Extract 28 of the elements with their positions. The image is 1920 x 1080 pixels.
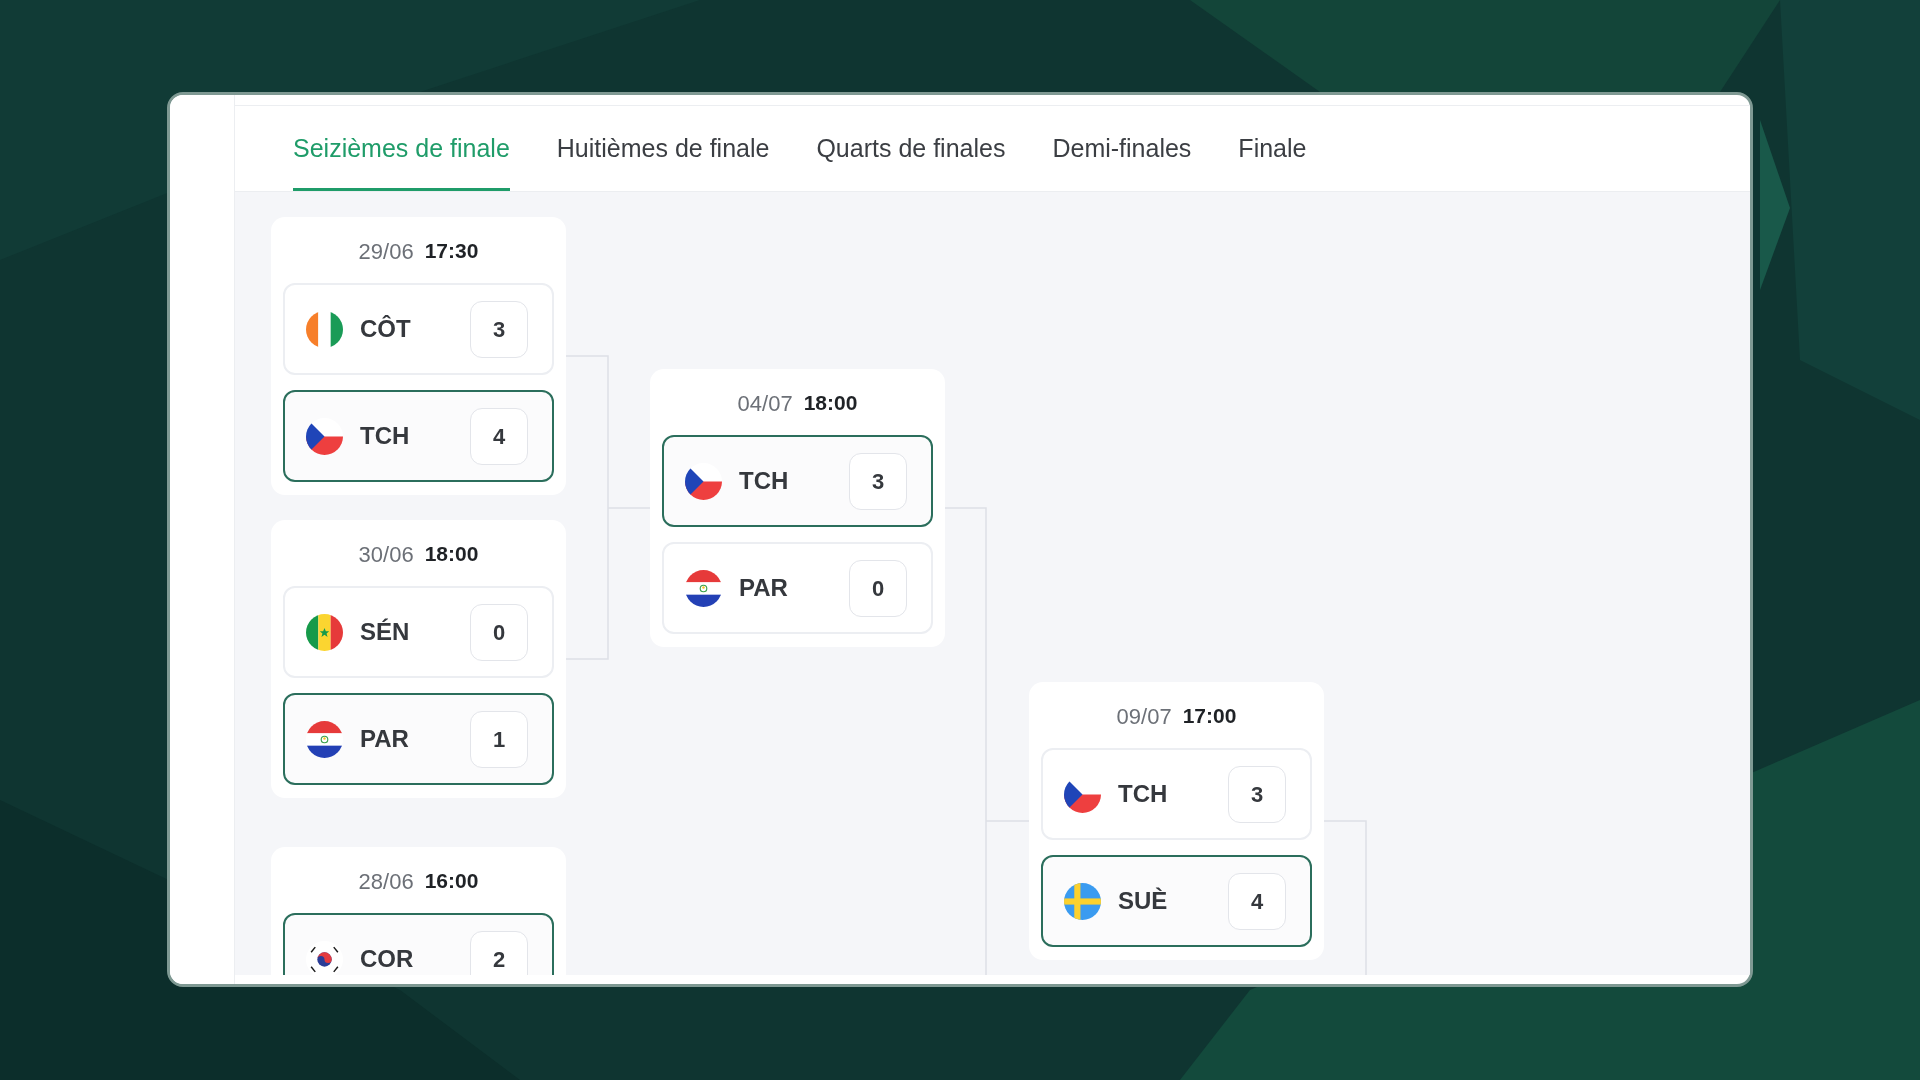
team-score: 4 (470, 407, 528, 465)
match-time: 16:00 (424, 868, 479, 895)
team-name: TCH (1118, 779, 1168, 809)
team-name: TCH (360, 421, 410, 451)
match-time: 18:00 (803, 390, 858, 417)
team-score: 3 (1228, 765, 1286, 823)
team-score: 3 (849, 452, 907, 510)
team-name: PAR (360, 724, 409, 754)
team-score: 0 (470, 603, 528, 661)
match-date: 29/06 (358, 237, 414, 266)
team-name: SÉN (360, 617, 410, 647)
team-score: 1 (470, 710, 528, 768)
team-name: COR (360, 944, 414, 974)
team-name: CÔT (360, 314, 411, 344)
match-time: 17:30 (424, 238, 479, 265)
match-date: 30/06 (358, 540, 414, 569)
team-name: PAR (739, 573, 788, 603)
team-score: 4 (1228, 872, 1286, 930)
team-score: 0 (849, 559, 907, 617)
match-time: 17:00 (1182, 703, 1237, 730)
match-date: 28/06 (358, 867, 414, 896)
team-name: SUÈ (1118, 886, 1168, 916)
match-time: 18:00 (424, 541, 479, 568)
match-date: 09/07 (1116, 702, 1172, 731)
team-name: TCH (739, 466, 789, 496)
team-score: 2 (470, 930, 528, 975)
match-date: 04/07 (737, 389, 793, 418)
team-score: 3 (470, 300, 528, 358)
